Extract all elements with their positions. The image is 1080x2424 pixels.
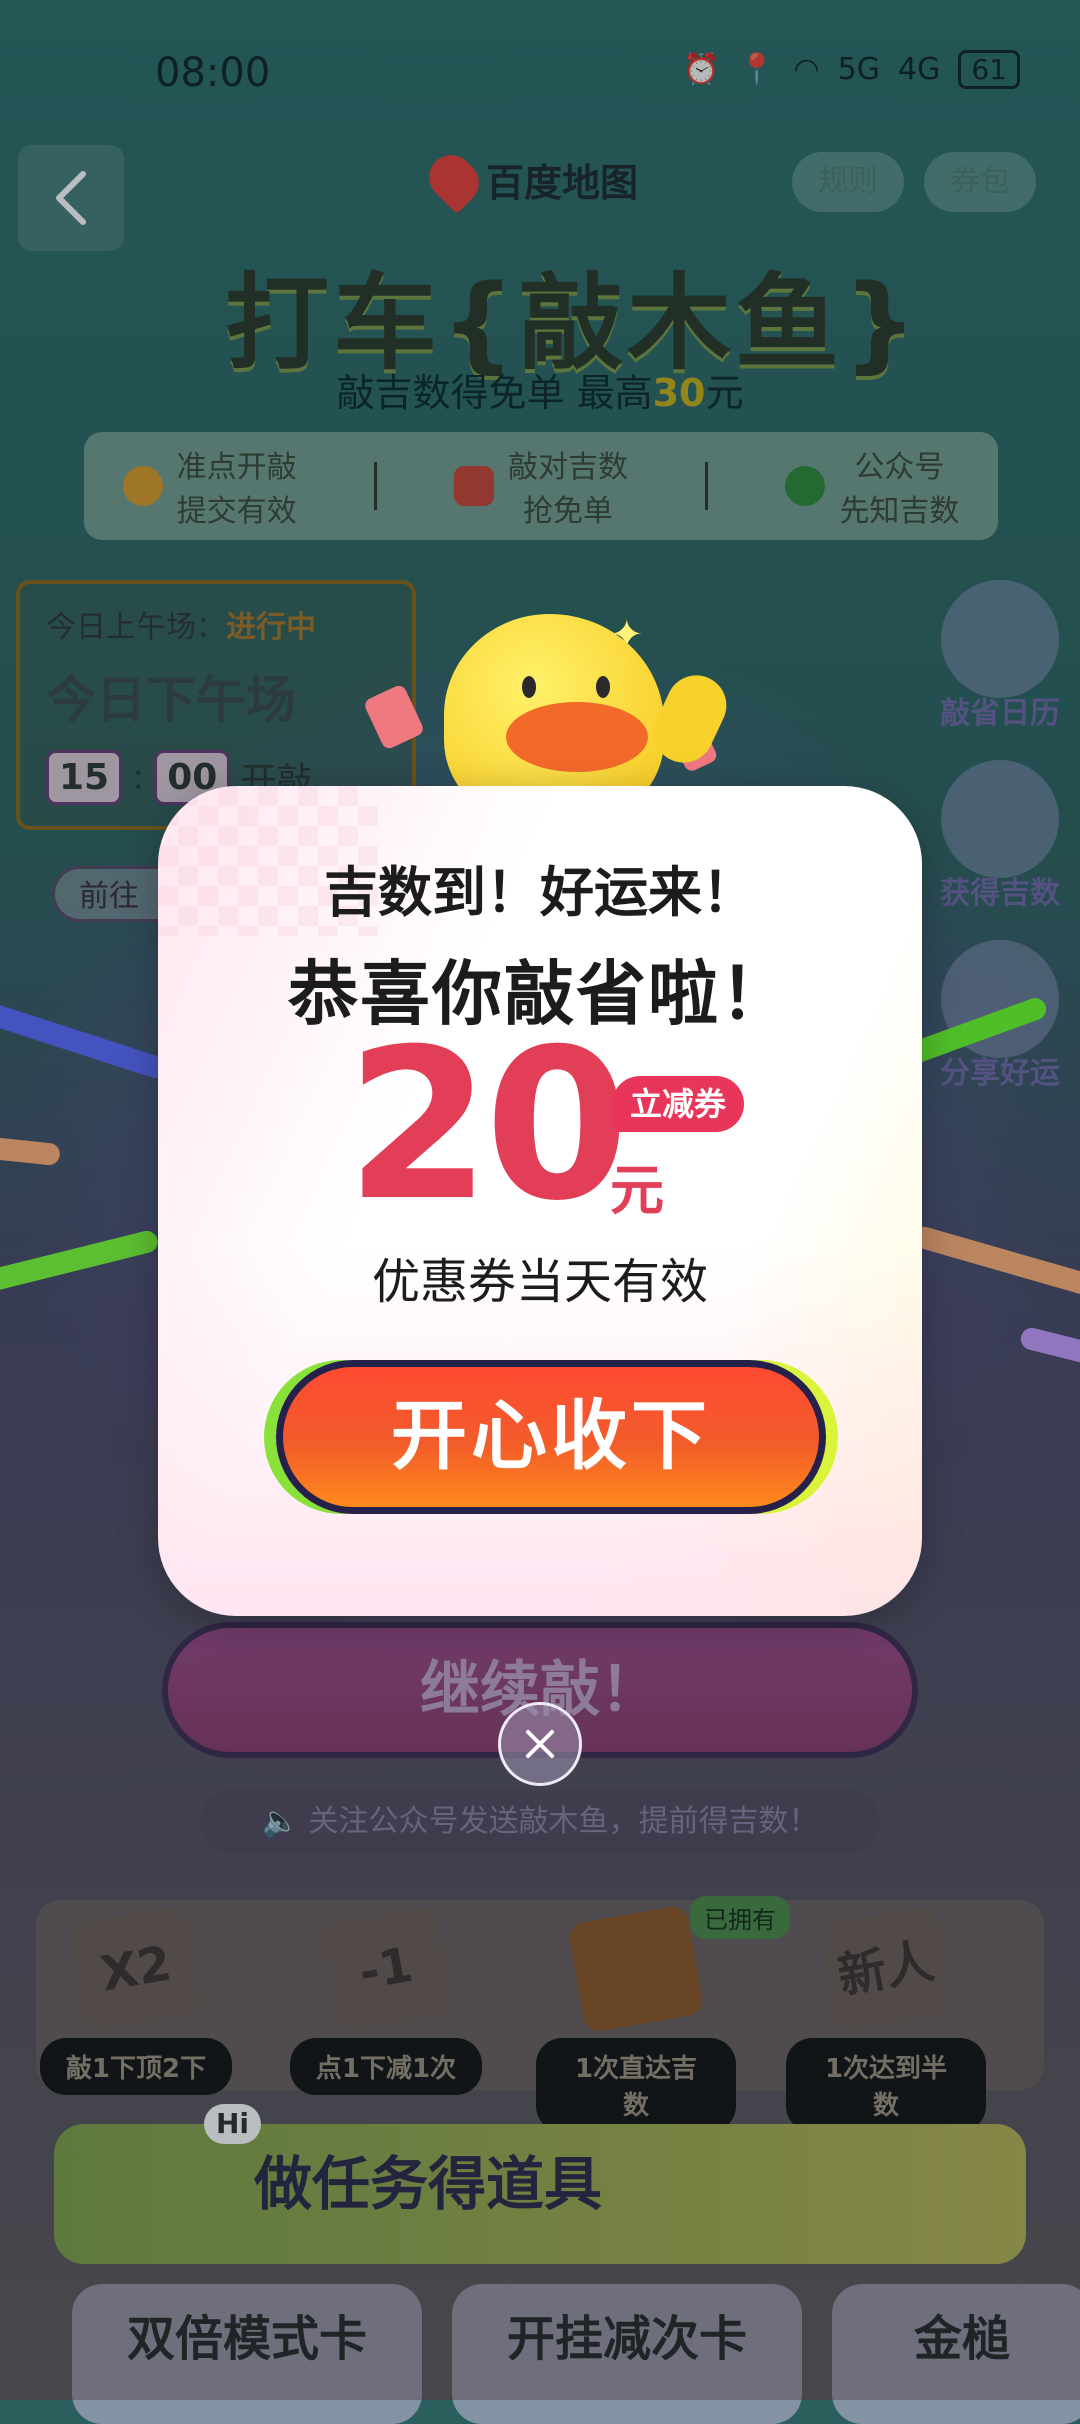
close-icon <box>526 1730 554 1758</box>
accept-coupon-button[interactable]: 开心收下 <box>276 1360 826 1514</box>
coupon-type-tag: 立减券 <box>612 1076 745 1132</box>
mascot-eye <box>522 676 536 698</box>
modal-headline: 吉数到！好运来！ <box>324 861 756 924</box>
mascot-beak <box>506 702 648 772</box>
close-modal-button[interactable] <box>498 1702 582 1786</box>
coupon-amount: 20 <box>346 1005 629 1247</box>
coupon-validity: 优惠券当天有效 <box>371 1254 708 1310</box>
mascot-eye <box>596 676 610 698</box>
coupon-unit: 元 <box>610 1159 664 1222</box>
reward-modal: 吉数到！好运来！ 恭喜你敲省啦！ 20 立减券 元 优惠券当天有效 开心收下 <box>158 786 922 1616</box>
